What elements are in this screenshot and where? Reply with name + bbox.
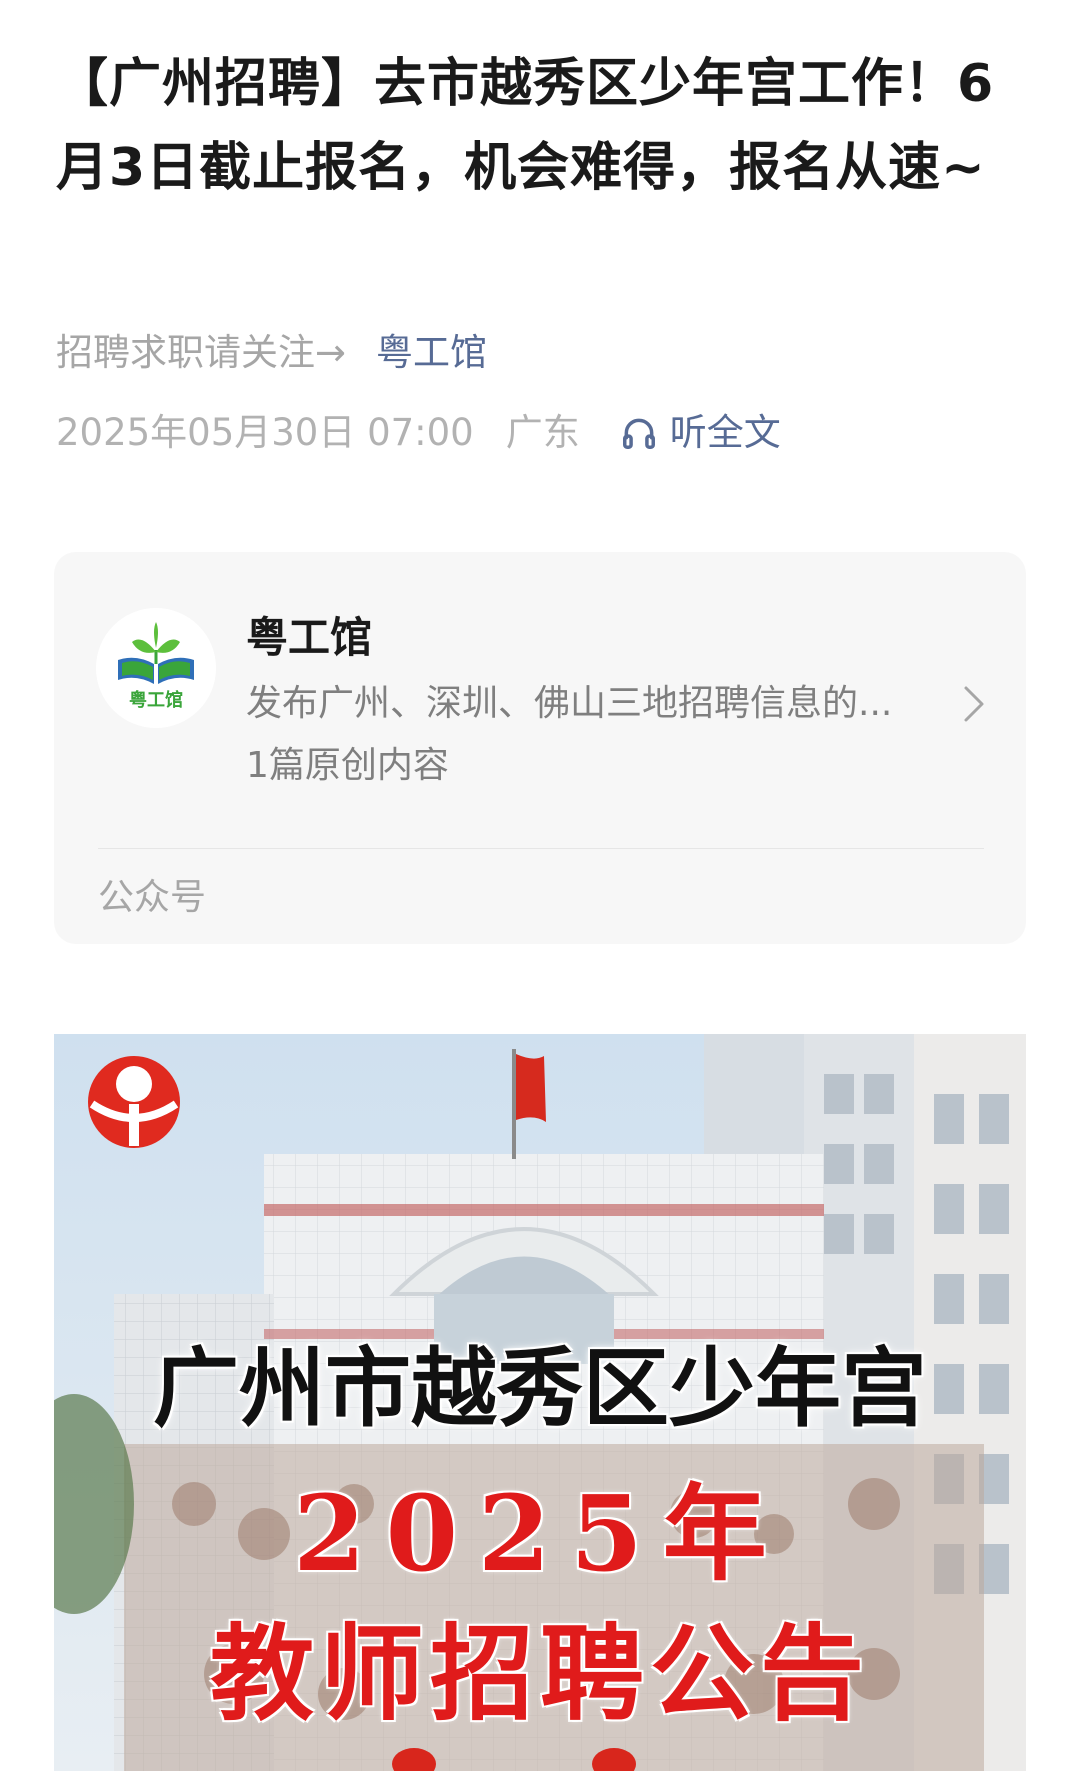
author-account-link[interactable]: 粤工馆 xyxy=(376,331,487,374)
account-name: 粤工馆 xyxy=(246,613,373,662)
account-logo: 粤工馆 xyxy=(96,608,216,728)
listen-label: 听全文 xyxy=(669,411,781,454)
account-card[interactable]: 粤工馆 粤工馆 发布广州、深圳、佛山三地招聘信息的... 1篇原创内容 公众号 xyxy=(54,552,1026,944)
card-divider xyxy=(98,848,984,849)
chevron-right-icon[interactable] xyxy=(960,682,988,726)
follow-prefix: 招聘求职请关注→ xyxy=(56,331,347,374)
account-type-label: 公众号 xyxy=(98,877,207,918)
cover-year: 2025年 xyxy=(293,1472,787,1595)
svg-text:粤工馆: 粤工馆 xyxy=(129,689,183,711)
publish-date: 2025年05月30日 07:00 xyxy=(56,411,474,454)
listen-full-text-button[interactable]: 听全文 xyxy=(620,405,781,461)
original-count: 1篇原创内容 xyxy=(246,745,449,786)
cover-image[interactable]: 广州市越秀区少年宫 2025年 教师招聘公告 xyxy=(54,1034,1026,1771)
article-meta: 2025年05月30日 07:00 广东 听全文 xyxy=(56,405,781,461)
article-title: 【广州招聘】去市越秀区少年宫工作！6月3日截止报名，机会难得，报名从速~ xyxy=(56,54,995,198)
publish-location: 广东 xyxy=(505,411,580,454)
cover-title: 广州市越秀区少年宫 xyxy=(153,1338,927,1439)
headphones-icon xyxy=(622,418,655,449)
union-logo xyxy=(88,1056,180,1148)
cover-notice: 教师招聘公告 xyxy=(209,1612,870,1735)
account-avatar: 粤工馆 xyxy=(96,608,216,728)
account-description: 发布广州、深圳、佛山三地招聘信息的... xyxy=(246,683,893,724)
follow-line: 招聘求职请关注→ 粤工馆 xyxy=(56,325,487,381)
